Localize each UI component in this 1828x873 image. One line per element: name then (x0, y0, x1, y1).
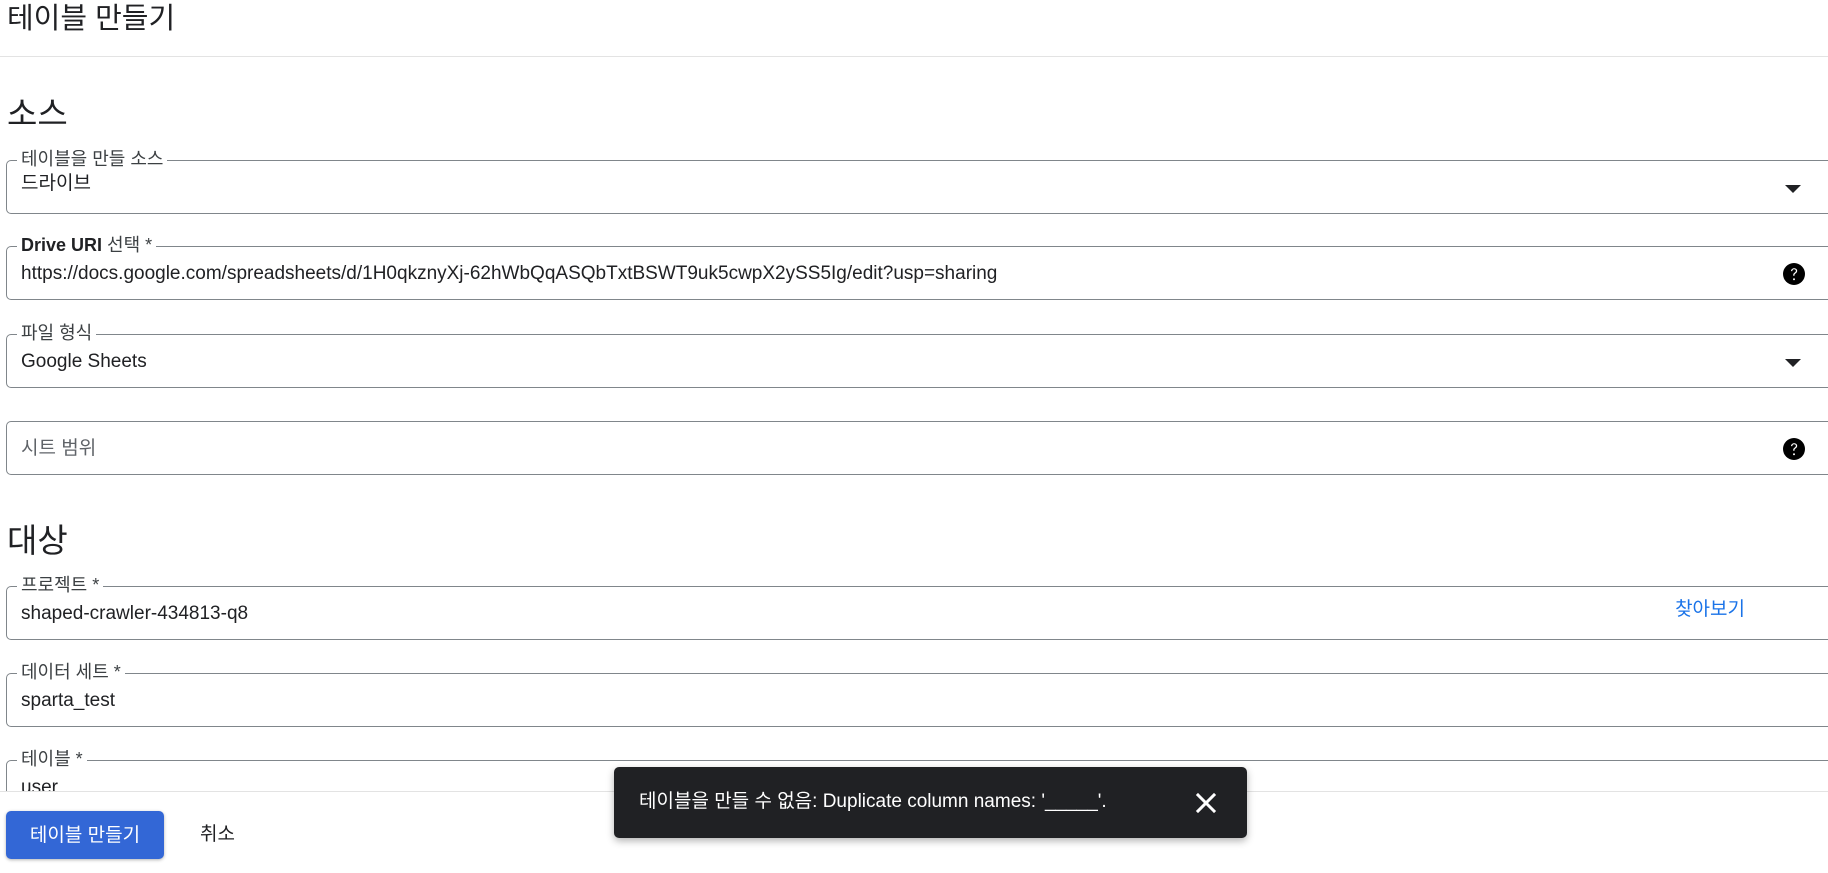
table-label: 테이블 * (17, 749, 87, 769)
file-format-value: Google Sheets (21, 351, 147, 372)
create-table-button[interactable]: 테이블 만들기 (6, 811, 164, 859)
dropdown-arrow-icon[interactable] (1785, 185, 1801, 193)
snackbar-message: 테이블을 만들 수 없음: Duplicate column names: '_… (639, 791, 1107, 812)
sheet-range-placeholder[interactable]: 시트 범위 (21, 437, 96, 461)
drive-uri-field[interactable]: Drive URI 선택 * https://docs.google.com/s… (6, 235, 1828, 300)
project-label: 프로젝트 * (17, 575, 104, 595)
project-field[interactable]: 프로젝트 * shaped-crawler-434813-q8 찾아보기 (6, 575, 1828, 640)
sheet-range-field[interactable]: 시트 범위 (6, 421, 1828, 475)
file-format-label: 파일 형식 (17, 323, 97, 343)
source-select-value: 드라이브 (21, 173, 91, 194)
drive-uri-label-strong: Drive URI (21, 235, 103, 255)
source-section-title: 소스 (7, 95, 68, 132)
source-select-label: 테이블을 만들 소스 (17, 149, 168, 169)
project-value[interactable]: shaped-crawler-434813-q8 (21, 602, 248, 626)
dataset-label: 데이터 세트 * (17, 662, 125, 682)
drive-uri-label-rest: 선택 * (102, 235, 153, 255)
destination-section-title: 대상 (7, 522, 68, 559)
page-header: 테이블 만들기 (0, 0, 1828, 57)
source-select[interactable]: 테이블을 만들 소스 드라이브 (6, 149, 1828, 214)
dropdown-arrow-icon[interactable] (1785, 359, 1801, 367)
browse-link[interactable]: 찾아보기 (1675, 598, 1745, 622)
drive-uri-value[interactable]: https://docs.google.com/spreadsheets/d/1… (21, 262, 997, 286)
error-snackbar: 테이블을 만들 수 없음: Duplicate column names: '_… (614, 767, 1247, 838)
help-icon[interactable] (1782, 437, 1806, 461)
cancel-button[interactable]: 취소 (190, 811, 245, 859)
drive-uri-label: Drive URI 선택 * (17, 235, 157, 255)
close-icon[interactable] (1189, 786, 1223, 820)
file-format-select[interactable]: 파일 형식 Google Sheets (6, 323, 1828, 388)
dataset-value[interactable]: sparta_test (21, 689, 115, 713)
page-title: 테이블 만들기 (7, 3, 176, 35)
dataset-field[interactable]: 데이터 세트 * sparta_test (6, 662, 1828, 727)
help-icon[interactable] (1782, 262, 1806, 286)
